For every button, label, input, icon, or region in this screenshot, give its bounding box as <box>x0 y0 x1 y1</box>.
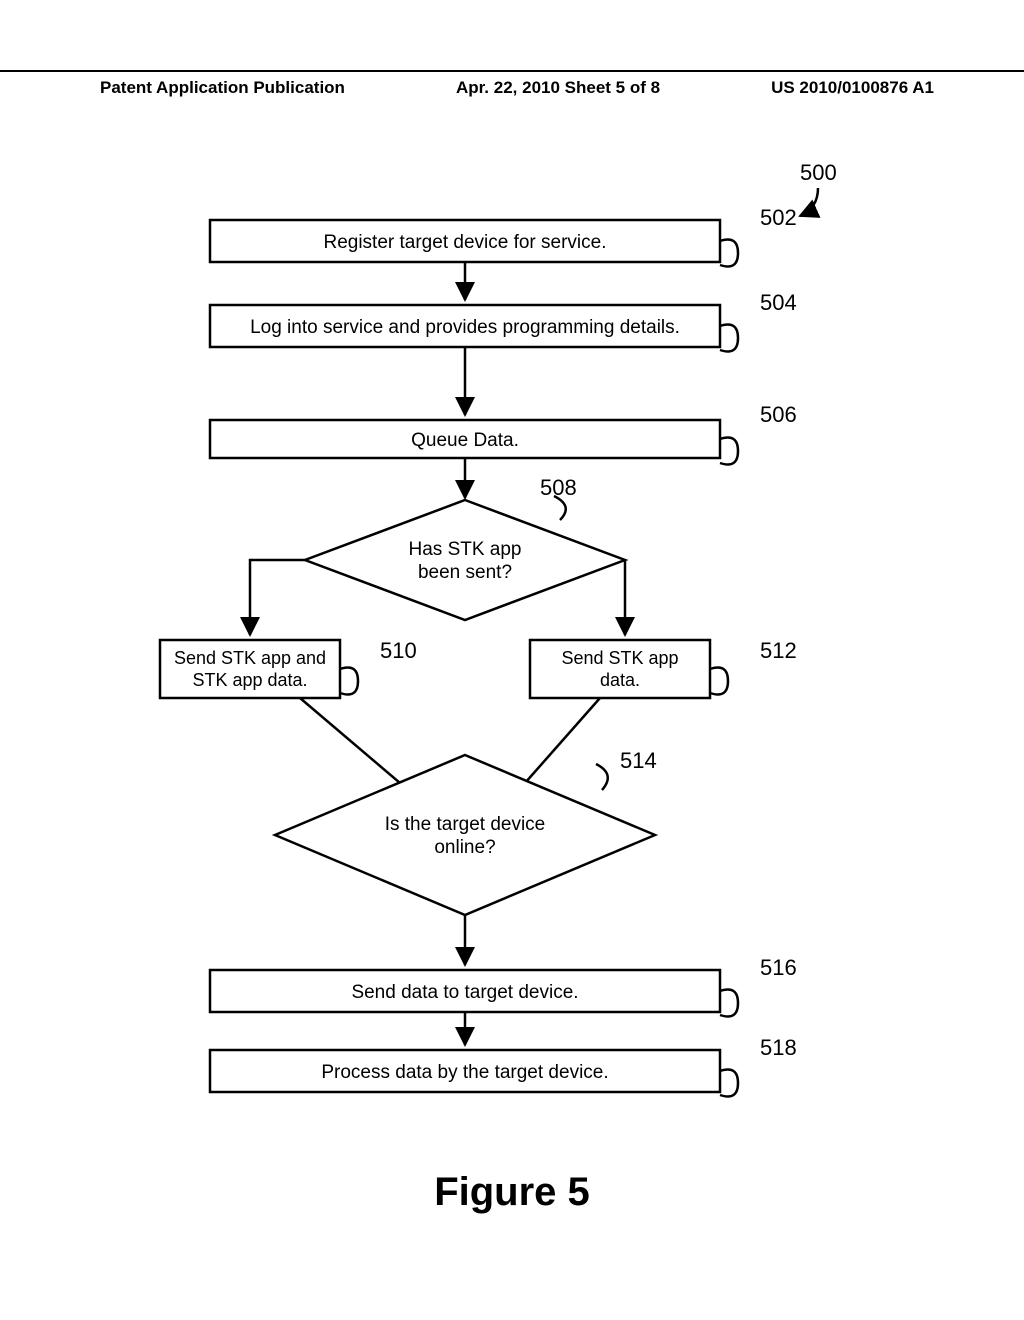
decision-stk-sent-l2: been sent? <box>418 562 512 583</box>
label-514: 514 <box>620 748 657 773</box>
arrow-508-510 <box>250 560 305 635</box>
decision-online-l1: Is the target device <box>385 814 546 835</box>
label-510: 510 <box>380 638 417 663</box>
box-510-l1: Send STK app and <box>174 648 326 668</box>
decision-stk-sent <box>305 500 625 620</box>
box-queue-text: Queue Data. <box>411 430 519 451</box>
label-504: 504 <box>760 290 797 315</box>
label-518: 518 <box>760 1035 797 1060</box>
label-516: 516 <box>760 955 797 980</box>
label-506: 506 <box>760 402 797 427</box>
label-508: 508 <box>540 475 577 500</box>
decision-online <box>275 755 655 915</box>
flowchart: 500 Register target device for service. … <box>0 140 1024 1145</box>
decision-stk-sent-l1: Has STK app <box>409 539 522 560</box>
box-516-text: Send data to target device. <box>351 982 578 1003</box>
label-500: 500 <box>800 160 837 185</box>
figure-caption: Figure 5 <box>0 1170 1024 1215</box>
label-502: 502 <box>760 205 797 230</box>
box-512-l1: Send STK app <box>561 648 678 668</box>
box-518-text: Process data by the target device. <box>321 1062 608 1083</box>
box-512-l2: data. <box>600 670 640 690</box>
decision-online-l2: online? <box>434 837 495 858</box>
box-510-l2: STK app data. <box>192 670 307 690</box>
box-login-text: Log into service and provides programmin… <box>250 317 680 338</box>
box-register-text: Register target device for service. <box>323 232 606 253</box>
header-right: US 2010/0100876 A1 <box>771 78 934 98</box>
page-header: Patent Application Publication Apr. 22, … <box>0 70 1024 98</box>
label-512: 512 <box>760 638 797 663</box>
header-left: Patent Application Publication <box>100 78 345 98</box>
header-center: Apr. 22, 2010 Sheet 5 of 8 <box>456 78 660 98</box>
